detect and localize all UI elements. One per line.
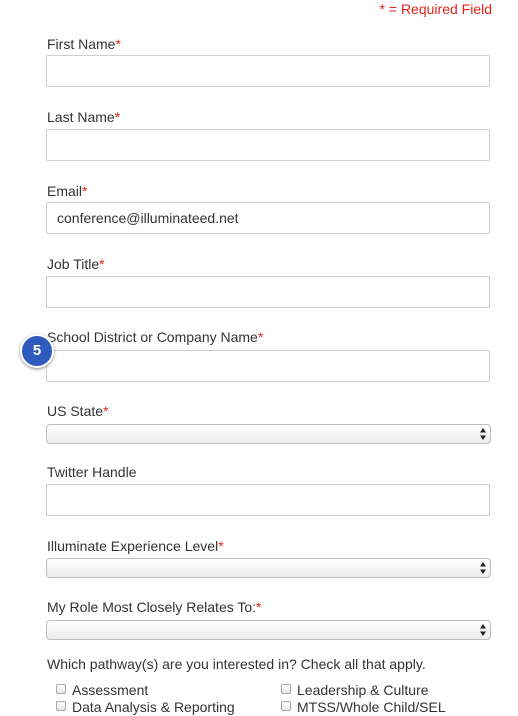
twitter-handle-input[interactable] — [46, 484, 490, 516]
required-star: * — [82, 183, 88, 199]
email-label-text: Email — [47, 183, 83, 199]
pathway-option-leadership[interactable]: Leadership & Culture — [281, 682, 429, 698]
email-input[interactable] — [46, 202, 490, 234]
required-star: * — [99, 256, 105, 272]
checkbox-icon[interactable] — [281, 701, 291, 711]
experience-level-select[interactable] — [46, 558, 491, 578]
us-state-label: US State* — [47, 402, 108, 420]
role-label-text: My Role Most Closely Relates To: — [47, 599, 257, 615]
role-select[interactable] — [46, 620, 491, 640]
school-district-label-text: School District or Company Name — [47, 329, 258, 345]
pathway-option-assessment[interactable]: Assessment — [56, 682, 148, 698]
school-district-label: School District or Company Name* — [47, 328, 263, 346]
pathway-option-label: Data Analysis & Reporting — [72, 699, 235, 715]
required-field-note: * = Required Field — [379, 1, 492, 17]
required-star: * — [114, 109, 121, 125]
checkbox-icon[interactable] — [281, 684, 291, 694]
required-star: * — [218, 538, 224, 554]
up-down-arrows-icon — [480, 562, 486, 574]
job-title-label-text: Job Title — [47, 256, 100, 272]
experience-level-label-text: Illuminate Experience Level — [47, 538, 219, 554]
us-state-label-text: US State — [47, 403, 104, 419]
pathway-option-mtss[interactable]: MTSS/Whole Child/SEL — [281, 699, 446, 715]
required-star: * — [103, 403, 109, 419]
required-star: * — [256, 599, 262, 615]
email-label: Email* — [47, 182, 87, 200]
twitter-handle-label-text: Twitter Handle — [47, 464, 137, 480]
checkbox-icon[interactable] — [56, 701, 66, 711]
pathway-option-label: MTSS/Whole Child/SEL — [297, 699, 446, 715]
last-name-label-text: Last Name — [47, 109, 115, 125]
last-name-label: Last Name* — [47, 108, 120, 126]
experience-level-label: Illuminate Experience Level* — [47, 537, 224, 555]
twitter-handle-label: Twitter Handle — [47, 463, 136, 481]
job-title-label: Job Title* — [47, 255, 105, 273]
school-district-input[interactable] — [46, 350, 490, 382]
us-state-select[interactable] — [46, 424, 491, 444]
first-name-input[interactable] — [46, 55, 490, 87]
required-star: * — [257, 329, 264, 345]
job-title-input[interactable] — [46, 276, 490, 308]
up-down-arrows-icon — [480, 428, 486, 440]
first-name-label: First Name* — [47, 35, 121, 53]
pathway-question: Which pathway(s) are you interested in? … — [47, 656, 426, 672]
first-name-label-text: First Name — [47, 36, 116, 52]
up-down-arrows-icon — [480, 624, 486, 636]
pathway-option-data-analysis[interactable]: Data Analysis & Reporting — [56, 699, 235, 715]
required-star: * — [115, 36, 121, 52]
checkbox-icon[interactable] — [56, 684, 66, 694]
pathway-option-label: Leadership & Culture — [297, 682, 429, 698]
role-label: My Role Most Closely Relates To:* — [47, 598, 262, 616]
pathway-option-label: Assessment — [72, 682, 149, 698]
step-number-badge: 5 — [20, 334, 54, 368]
last-name-input[interactable] — [46, 129, 490, 161]
